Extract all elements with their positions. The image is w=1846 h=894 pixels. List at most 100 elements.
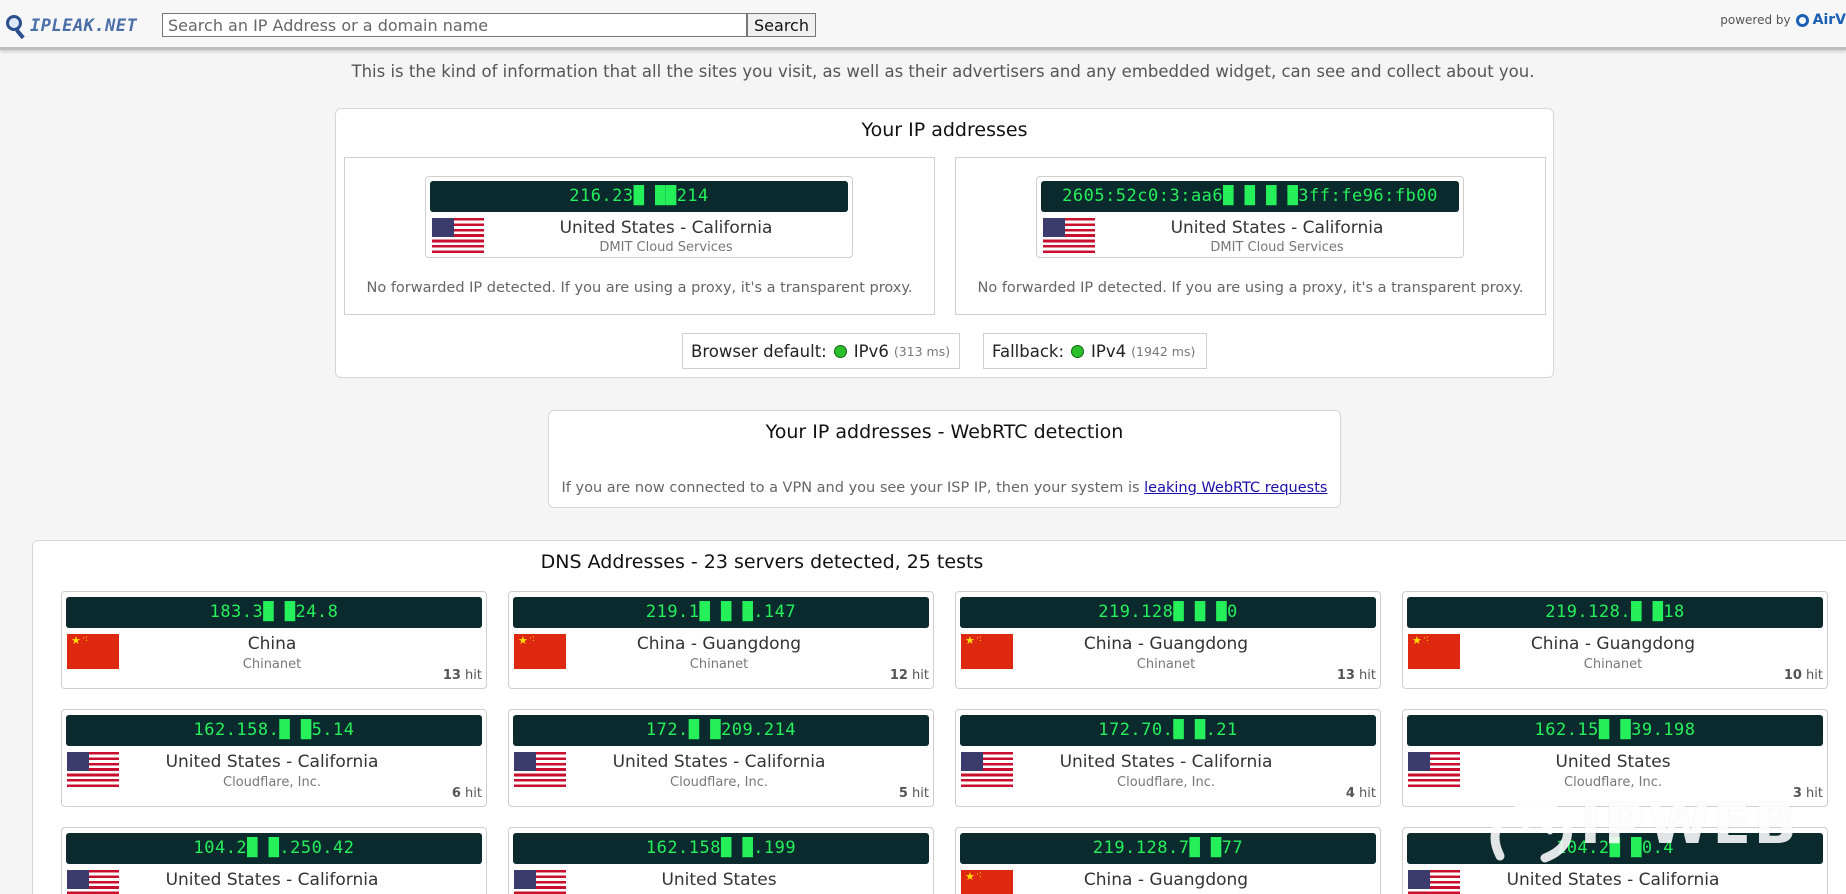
webrtc-note-text: If you are now connected to a VPN and yo… [561,480,1140,496]
ip-info-box: 2605:52c0:3:aa6█ █ █ █3ff:fe96:fb00 Unit… [1036,176,1464,258]
us-flag-icon [1043,218,1095,253]
dns-hit-number: 13 [1336,668,1355,683]
dns-hit-count: 5 hit [899,786,929,801]
dns-title: DNS Addresses - 23 servers detected, 25 … [540,551,984,573]
dns-hit-suffix: hit [1359,786,1376,801]
search-button[interactable]: Search [747,13,816,37]
dns-hit-suffix: hit [1359,668,1376,683]
china-flag-icon [961,870,1013,894]
powered-by-brand: AirV [1812,12,1846,28]
ip-location: United States - California [1170,218,1384,238]
us-flag-icon [1408,870,1460,894]
china-flag-icon [961,634,1013,669]
powered-by-label: powered by [1720,13,1791,27]
china-flag-icon [67,634,119,669]
powered-by[interactable]: powered by AirV [1720,12,1846,28]
us-flag-icon [961,752,1013,787]
dns-location: China - Guangdong [1083,634,1249,654]
search-input[interactable] [162,13,747,37]
dns-server-card: 219.1█ █ █.147 China - Guangdong Chinanet 1… [508,591,934,689]
site-logo[interactable]: IPLEAK.NET [6,11,137,41]
ip-display: 216.23█ ██214 [430,181,848,212]
dns-isp: Cloudflare, Inc. [670,775,768,790]
dns-hit-suffix: hit [1806,668,1823,683]
dns-server-card: 172.█ █209.214 United States - California… [508,709,934,807]
dns-server-card: 219.128█ █ █0 China - Guangdong Chinanet 13… [955,591,1381,689]
ip-display: 2605:52c0:3:aa6█ █ █ █3ff:fe96:fb00 [1041,181,1459,212]
dns-server-card: 162.158.█ █5.14 United States - Californi… [61,709,487,807]
dns-ip-display: 162.158.█ █5.14 [66,715,482,746]
dns-hit-count: 13 hit [443,668,482,683]
intro-text: This is the kind of information that all… [351,62,1535,81]
dns-hit-number: 4 [1345,786,1355,801]
ip-card-ipv4: 216.23█ ██214 United States - California… [344,157,935,315]
watermark-logo-icon [1490,791,1572,863]
dns-isp: Cloudflare, Inc. [1117,775,1215,790]
logo-text: IPLEAK.NET [30,16,138,36]
fallback-label: Fallback: [992,341,1065,361]
dns-location: China [247,634,297,654]
dns-location: United States - California [612,752,826,772]
status-dot-icon [833,344,847,358]
dns-isp: Chinanet [1136,657,1196,672]
forwarded-ip-note: No forwarded IP detected. If you are usi… [977,280,1524,296]
ip-isp: DMIT Cloud Services [1210,240,1344,255]
us-flag-icon [67,752,119,787]
us-flag-icon [514,752,566,787]
us-flag-icon [432,218,484,253]
dns-hit-count: 10 hit [1784,668,1823,683]
dns-hit-suffix: hit [465,668,482,683]
dns-hit-count: 4 hit [1346,786,1376,801]
dns-hit-suffix: hit [912,668,929,683]
dns-ip-display: 219.1█ █ █.147 [513,597,929,628]
us-flag-icon [67,870,119,894]
dns-ip-display: 183.3█ █24.8 [66,597,482,628]
dns-location: China - Guangdong [1530,634,1696,654]
forwarded-ip-note: No forwarded IP detected. If you are usi… [366,280,913,296]
dns-location: United States [1555,752,1671,772]
us-flag-icon [514,870,566,894]
dns-server-card: 183.3█ █24.8 China Chinanet 13 hit [61,591,487,689]
ip-isp: DMIT Cloud Services [599,240,733,255]
dns-hit-count: 12 hit [890,668,929,683]
fallback-value: IPv4 [1091,341,1127,361]
us-flag-icon [1408,752,1460,787]
dns-hit-suffix: hit [465,786,482,801]
fallback-badge: Fallback: IPv4 (1942 ms) [983,333,1207,369]
webrtc-title: Your IP addresses - WebRTC detection [765,421,1124,443]
ip-info-box: 216.23█ ██214 United States - California… [425,176,853,258]
dns-server-card: 162.158█ █.199United StatesCloudflare, I… [508,827,934,894]
dns-isp: Chinanet [1583,657,1643,672]
browser-default-ms: (313 ms) [893,343,951,359]
leaking-webrtc-link[interactable]: leaking WebRTC requests [1144,480,1327,496]
ip-location: United States - California [559,218,773,238]
dns-hit-count: 6 hit [452,786,482,801]
dns-ip-display: 219.128.█ █18 [1407,597,1823,628]
dns-ip-display: 172.█ █209.214 [513,715,929,746]
dns-server-card: 219.128.7█ █77China - GuangdongChinanet [955,827,1381,894]
china-flag-icon [514,634,566,669]
dns-location: United States - California [1059,752,1273,772]
watermark-text: IPWEB [1580,792,1800,857]
magnifier-icon [6,13,28,40]
top-bar: IPLEAK.NET Search powered by AirV [0,0,1846,50]
dns-ip-display: 162.158█ █.199 [513,833,929,864]
webrtc-note: If you are now connected to a VPN and yo… [549,480,1340,496]
dns-location: United States - California [165,752,379,772]
dns-server-card: 219.128.█ █18 China - Guangdong Chinanet 10… [1402,591,1828,689]
dns-hit-number: 10 [1783,668,1802,683]
fallback-ms: (1942 ms) [1131,343,1196,359]
dns-isp: Chinanet [689,657,749,672]
dns-hit-number: 13 [442,668,461,683]
dns-hit-number: 12 [889,668,908,683]
dns-ip-display: 219.128.7█ █77 [960,833,1376,864]
dns-ip-display: 162.15█ █39.198 [1407,715,1823,746]
dns-isp: Chinanet [242,657,302,672]
ip-panel-title: Your IP addresses [861,119,1028,141]
dns-location: China - Guangdong [636,634,802,654]
browser-default-badge: Browser default: IPv6 (313 ms) [682,333,960,369]
webrtc-panel: Your IP addresses - WebRTC detection If … [548,410,1341,508]
browser-default-label: Browser default: [691,341,827,361]
ip-card-ipv6: 2605:52c0:3:aa6█ █ █ █3ff:fe96:fb00 Unit… [955,157,1546,315]
dns-hit-number: 6 [451,786,461,801]
